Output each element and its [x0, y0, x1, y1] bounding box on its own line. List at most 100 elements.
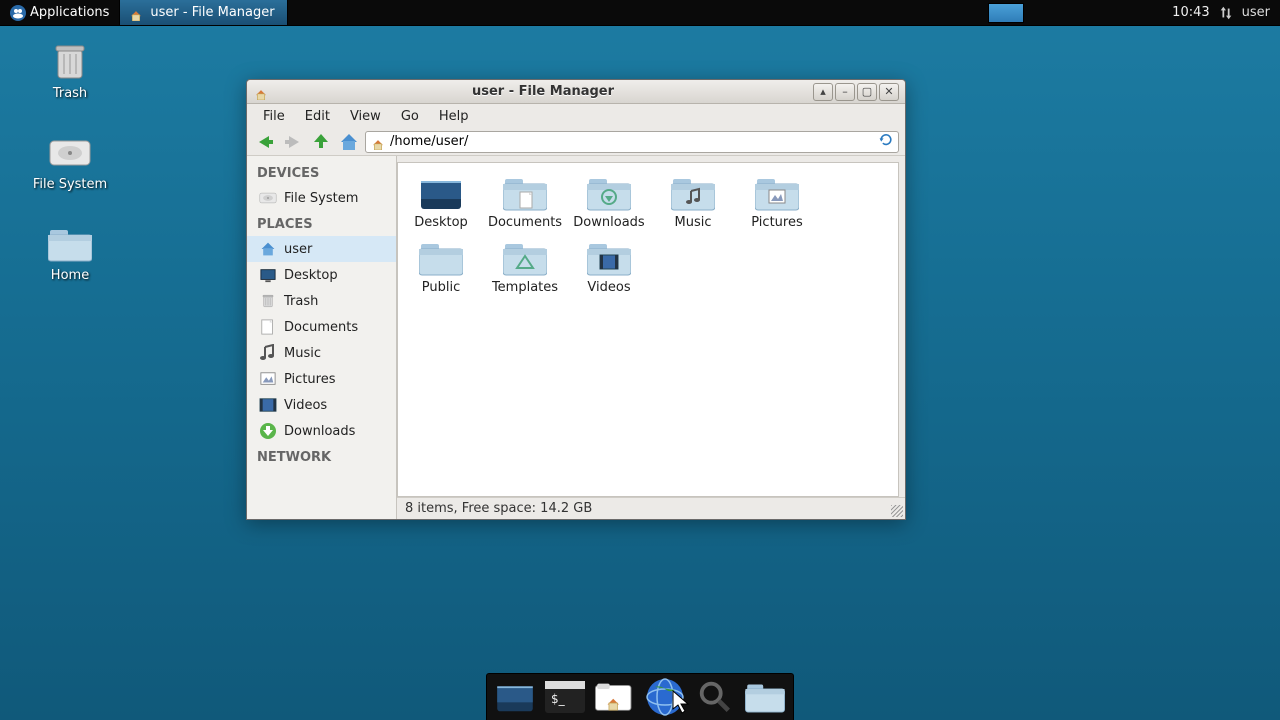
nav-up-button[interactable]	[309, 131, 333, 153]
menu-go[interactable]: Go	[391, 107, 429, 126]
folder-icon	[669, 173, 717, 213]
sidebar-item-user[interactable]: user	[247, 236, 396, 262]
reload-icon	[878, 132, 894, 148]
sidebar-item-downloads[interactable]: Downloads	[247, 418, 396, 444]
drive-icon	[259, 189, 277, 207]
address-path: /home/user/	[390, 134, 468, 149]
folder-documents[interactable]: Documents	[492, 173, 558, 230]
folder-music[interactable]: Music	[660, 173, 726, 230]
trash-icon	[48, 40, 92, 84]
desktop-icon-home[interactable]: Home	[10, 222, 130, 283]
sidebar-item-label: Documents	[284, 320, 358, 335]
status-text: 8 items, Free space: 14.2 GB	[405, 501, 592, 516]
nav-back-button[interactable]	[253, 131, 277, 153]
window-title: user - File Manager	[273, 84, 813, 99]
dock-show-desktop[interactable]	[493, 678, 537, 716]
folder-pictures[interactable]: Pictures	[744, 173, 810, 230]
file-grid[interactable]: Desktop Documents Downloads Music Pictur…	[397, 162, 899, 497]
resize-grip[interactable]	[891, 505, 903, 517]
desktop-folder-icon	[417, 173, 465, 213]
filemanager-window: user - File Manager ▴ – ▢ ✕ File Edit Vi…	[246, 79, 906, 520]
folder-public[interactable]: Public	[408, 238, 474, 295]
sidebar-item-desktop[interactable]: Desktop	[247, 262, 396, 288]
window-close-button[interactable]: ✕	[879, 83, 899, 101]
desktop-icons: Trash File System Home	[10, 40, 130, 313]
trash-label: Trash	[53, 86, 87, 101]
nav-forward-button[interactable]	[281, 131, 305, 153]
menu-edit[interactable]: Edit	[295, 107, 340, 126]
sidebar-item-label: Trash	[284, 294, 318, 309]
folder-icon	[417, 238, 465, 278]
window-maximize-button[interactable]: ▢	[857, 83, 877, 101]
dock-filemanager[interactable]	[593, 678, 637, 716]
home-icon	[259, 240, 277, 258]
top-panel: Applications user - File Manager 10:43 u…	[0, 0, 1280, 26]
folder-icon	[48, 222, 92, 266]
desktop-icon-trash[interactable]: Trash	[10, 40, 130, 101]
item-label: Desktop	[414, 215, 468, 230]
task-label: user - File Manager	[150, 5, 274, 20]
network-icon[interactable]	[1218, 5, 1234, 21]
arrow-left-icon	[255, 132, 275, 152]
sidebar-item-music[interactable]: Music	[247, 340, 396, 366]
sidebar-item-label: Pictures	[284, 372, 335, 387]
item-label: Music	[675, 215, 712, 230]
window-rollup-button[interactable]: ▴	[813, 83, 833, 101]
sidebar-item-documents[interactable]: Documents	[247, 314, 396, 340]
sidebar-item-label: File System	[284, 191, 358, 206]
workspace-switcher[interactable]	[988, 3, 1024, 23]
filesystem-label: File System	[33, 177, 107, 192]
xfce-logo-icon	[10, 5, 26, 21]
folder-videos[interactable]: Videos	[576, 238, 642, 295]
address-bar[interactable]: /home/user/	[365, 131, 899, 153]
clock[interactable]: 10:43	[1172, 5, 1209, 20]
menubar: File Edit View Go Help	[247, 104, 905, 128]
videos-icon	[259, 396, 277, 414]
sidebar-item-filesystem[interactable]: File System	[247, 185, 396, 211]
sidebar-item-label: Downloads	[284, 424, 355, 439]
menu-help[interactable]: Help	[429, 107, 479, 126]
window-minimize-button[interactable]: –	[835, 83, 855, 101]
dock-folder[interactable]	[743, 678, 787, 716]
arrow-right-icon	[283, 132, 303, 152]
item-label: Videos	[587, 280, 630, 295]
trash-icon	[259, 292, 277, 310]
sidebar: DEVICES File System PLACES user Desktop …	[247, 156, 397, 519]
home-blue-icon	[339, 132, 359, 152]
arrow-up-icon	[311, 132, 331, 152]
folder-downloads[interactable]: Downloads	[576, 173, 642, 230]
folder-icon	[585, 173, 633, 213]
dock-terminal[interactable]	[543, 678, 587, 716]
sidebar-item-trash[interactable]: Trash	[247, 288, 396, 314]
toolbar: /home/user/	[247, 128, 905, 156]
desktop-icon-filesystem[interactable]: File System	[10, 131, 130, 192]
folder-icon	[745, 681, 785, 713]
sidebar-item-label: Desktop	[284, 268, 338, 283]
menu-file[interactable]: File	[253, 107, 295, 126]
folder-templates[interactable]: Templates	[492, 238, 558, 295]
item-label: Public	[422, 280, 460, 295]
dock-browser[interactable]	[643, 678, 687, 716]
sidebar-item-pictures[interactable]: Pictures	[247, 366, 396, 392]
applications-menu-button[interactable]: Applications	[0, 0, 119, 25]
folder-desktop[interactable]: Desktop	[408, 173, 474, 230]
monitor-icon	[259, 266, 277, 284]
reload-button[interactable]	[878, 132, 894, 152]
user-menu[interactable]: user	[1242, 5, 1270, 20]
download-icon	[259, 422, 277, 440]
document-icon	[259, 318, 277, 336]
desktop-icon	[495, 681, 535, 713]
menu-view[interactable]: View	[340, 107, 391, 126]
sidebar-item-label: Videos	[284, 398, 327, 413]
dock-search[interactable]	[693, 678, 737, 716]
sidebar-item-videos[interactable]: Videos	[247, 392, 396, 418]
nav-home-button[interactable]	[337, 131, 361, 153]
sidebar-head-places: PLACES	[247, 211, 396, 236]
folder-icon	[753, 173, 801, 213]
statusbar: 8 items, Free space: 14.2 GB	[397, 497, 905, 519]
pictures-icon	[259, 370, 277, 388]
taskbar-task-filemanager[interactable]: user - File Manager	[119, 0, 287, 25]
folder-icon	[585, 238, 633, 278]
folder-icon	[595, 681, 635, 713]
window-titlebar[interactable]: user - File Manager ▴ – ▢ ✕	[247, 80, 905, 104]
